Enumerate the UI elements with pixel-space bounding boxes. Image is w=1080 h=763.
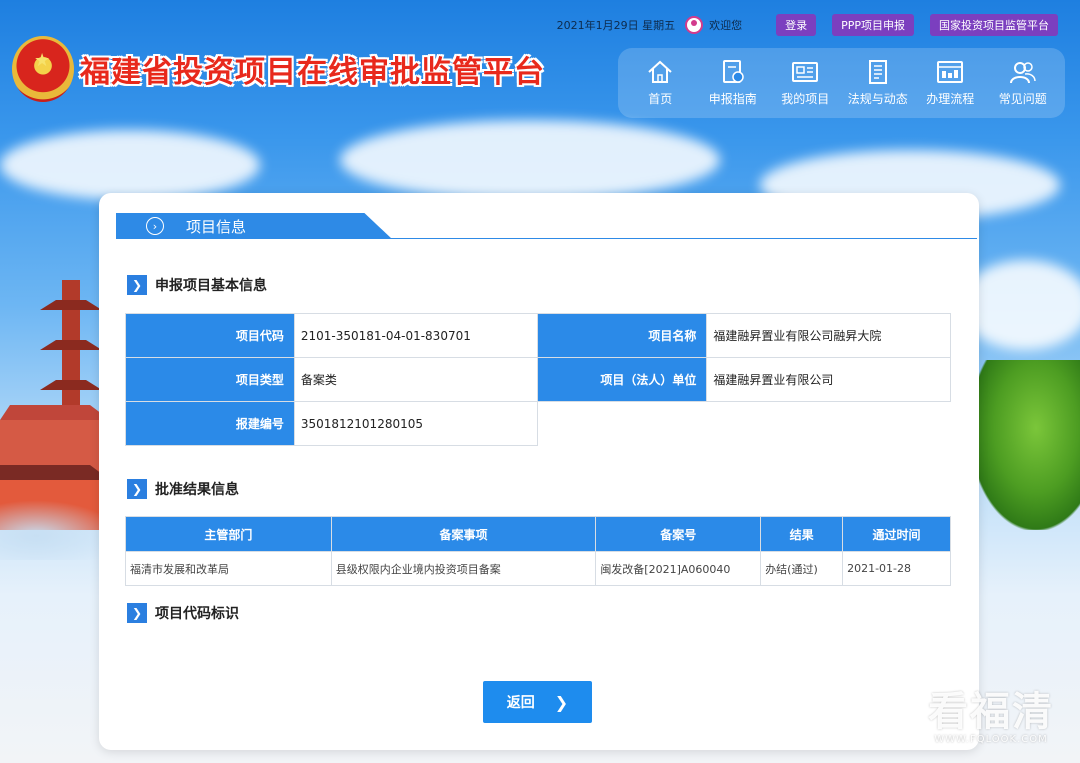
project-code-label: 项目代码 (125, 313, 295, 358)
trees-image (970, 360, 1080, 530)
date-text: 2021年1月29日 星期五 (556, 19, 676, 32)
column-header: 结果 (760, 516, 844, 552)
table-cell: 闽发改备[2021]A060040 (595, 551, 762, 586)
section-approval-result: ❯ 批准结果信息 (127, 479, 239, 499)
tab-title: 项目信息 (186, 217, 247, 236)
table-cell: 县级权限内企业境内投资项目备案 (330, 551, 597, 586)
welcome-text: 欢迎您 (709, 19, 743, 32)
table-row: 报建编号 3501812101280105 (125, 401, 951, 446)
nav-label: 申报指南 (708, 92, 757, 106)
empty-cell (538, 402, 707, 446)
section-title: 申报项目基本信息 (155, 278, 267, 294)
project-type-value: 备案类 (293, 357, 539, 402)
watermark-url: WWW.FQLOOK.COM (934, 734, 1048, 745)
nav-process[interactable]: 办理流程 (914, 59, 987, 107)
faq-icon (1009, 59, 1037, 85)
nav-label: 办理流程 (926, 92, 975, 106)
section-project-code-mark: ❯ 项目代码标识 (127, 603, 239, 623)
approval-result-table: 主管部门 备案事项 备案号 结果 通过时间 福清市发展和改革局 县级权限内企业境… (125, 516, 951, 586)
home-icon (646, 59, 674, 85)
section-title: 批准结果信息 (155, 482, 239, 498)
nav-label: 我的项目 (781, 92, 830, 106)
user-icon[interactable] (685, 16, 704, 34)
nav-home[interactable]: 首页 (624, 59, 697, 107)
top-bar: 2021年1月29日 星期五 欢迎您 登录 PPP项目申报 国家投资项目监管平台 (557, 12, 1058, 38)
background-cloud (340, 120, 720, 200)
arrow-right-icon: ❯ (127, 479, 147, 499)
table-cell: 福清市发展和改革局 (125, 551, 332, 586)
basic-info-table: 项目代码 2101-350181-04-01-830701 项目名称 福建融昇置… (125, 313, 951, 446)
background-cloud (0, 130, 260, 200)
report-number-label: 报建编号 (125, 401, 295, 446)
arrow-right-icon: ❯ (127, 603, 147, 623)
login-button[interactable]: 登录 (776, 14, 817, 36)
table-row: 福清市发展和改革局 县级权限内企业境内投资项目备案 闽发改备[2021]A060… (125, 551, 951, 586)
national-platform-button[interactable]: 国家投资项目监管平台 (930, 14, 1058, 36)
watermark-text: 看福清 (928, 689, 1054, 735)
divider (116, 238, 977, 239)
site-logo[interactable]: 福建省投资项目在线审批监管平台 (12, 36, 545, 102)
nav-label: 首页 (648, 92, 673, 106)
empty-cell (707, 402, 951, 446)
column-header: 主管部门 (125, 516, 332, 552)
pagoda-image (0, 280, 110, 530)
main-nav: 首页 申报指南 我的项目 法规与动态 办理流程 常见问题 (618, 48, 1065, 118)
project-type-label: 项目类型 (125, 357, 295, 402)
nav-label: 法规与动态 (847, 92, 908, 106)
section-basic-info: ❯ 申报项目基本信息 (127, 275, 267, 295)
column-header: 通过时间 (842, 516, 951, 552)
arrow-right-icon: ❯ (127, 275, 147, 295)
project-unit-value: 福建融昇置业有限公司 (706, 357, 951, 402)
nav-guide[interactable]: 申报指南 (697, 59, 770, 107)
project-code-value: 2101-350181-04-01-830701 (293, 313, 539, 358)
project-name-label: 项目名称 (537, 313, 708, 358)
national-emblem-icon (12, 36, 74, 102)
back-button[interactable]: 返回 ❯ (483, 681, 592, 723)
table-row: 项目类型 备案类 项目（法人）单位 福建融昇置业有限公司 (125, 357, 951, 402)
report-number-value: 3501812101280105 (293, 401, 539, 446)
nav-my-projects[interactable]: 我的项目 (769, 59, 842, 107)
tab-project-info: › 项目信息 (116, 213, 392, 239)
table-cell: 办结(通过) (760, 551, 844, 586)
project-unit-label: 项目（法人）单位 (537, 357, 708, 402)
watermark: 看福清 WWW.FQLOOK.COM (928, 690, 1054, 745)
column-header: 备案事项 (330, 516, 597, 552)
law-icon (864, 59, 892, 85)
site-title: 福建省投资项目在线审批监管平台 (80, 55, 545, 90)
chevron-right-icon: ❯ (554, 692, 569, 712)
project-name-value: 福建融昇置业有限公司融昇大院 (706, 313, 951, 358)
section-title: 项目代码标识 (155, 606, 239, 622)
nav-laws[interactable]: 法规与动态 (842, 59, 915, 107)
table-header-row: 主管部门 备案事项 备案号 结果 通过时间 (125, 516, 951, 552)
back-label: 返回 (506, 695, 535, 711)
project-info-card: › 项目信息 ❯ 申报项目基本信息 项目代码 2101-350181-04-01… (99, 193, 979, 750)
project-icon (791, 59, 819, 85)
chevron-right-circle-icon: › (146, 217, 164, 235)
table-row: 项目代码 2101-350181-04-01-830701 项目名称 福建融昇置… (125, 313, 951, 358)
nav-faq[interactable]: 常见问题 (987, 59, 1060, 107)
ppp-declare-button[interactable]: PPP项目申报 (832, 14, 914, 36)
guide-icon (719, 59, 747, 85)
process-icon (936, 59, 964, 85)
column-header: 备案号 (595, 516, 762, 552)
nav-label: 常见问题 (998, 92, 1047, 106)
table-cell: 2021-01-28 (842, 551, 951, 586)
